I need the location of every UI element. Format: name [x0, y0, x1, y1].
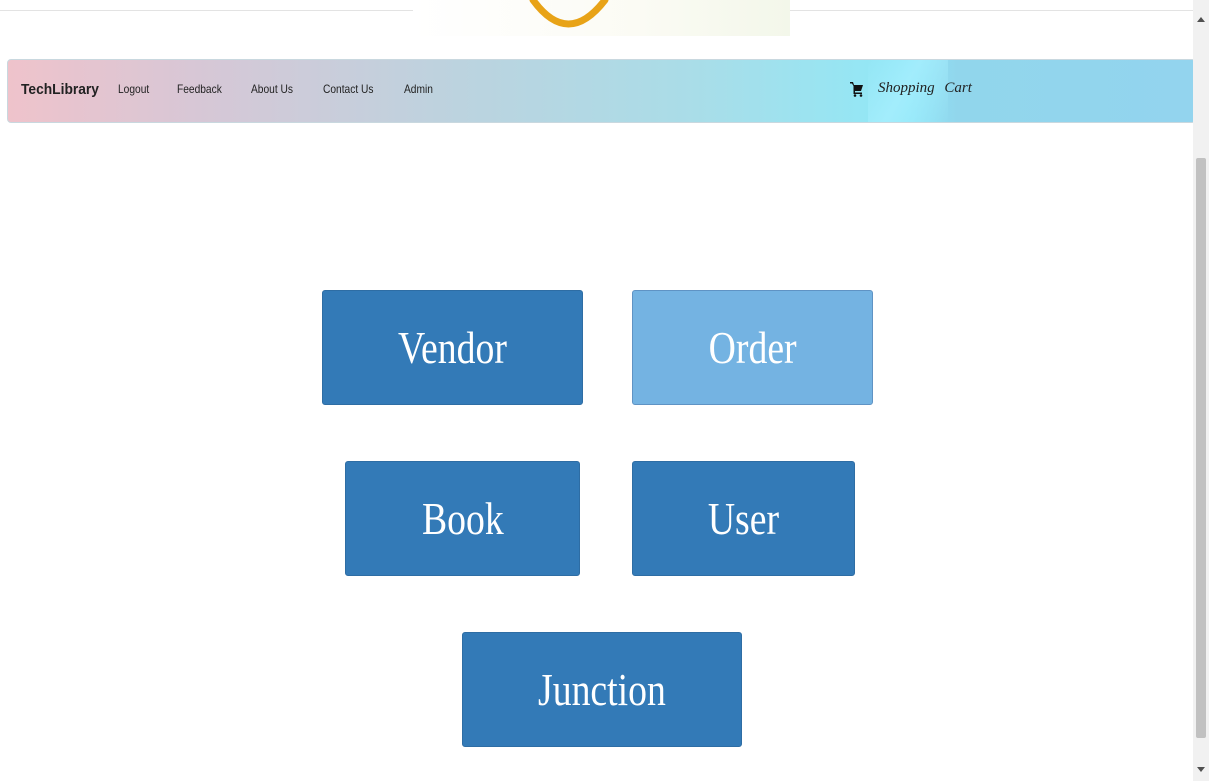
nav-links: Logout Feedback About Us Contact Us Admi… [118, 82, 460, 96]
junction-button-label: Junction [538, 664, 666, 715]
vendor-button-label: Vendor [398, 322, 507, 373]
user-button[interactable]: User [632, 461, 855, 576]
book-button-label: Book [421, 493, 504, 544]
logo-ring-icon [529, 0, 609, 28]
nav-feedback[interactable]: Feedback [177, 82, 222, 96]
nav-about-us[interactable]: About Us [251, 82, 293, 96]
brand-link[interactable]: TechLibrary [21, 81, 99, 98]
order-button[interactable]: Order [632, 290, 873, 405]
scroll-up-arrow-icon[interactable] [1197, 17, 1205, 22]
page: TechLibrary Logout Feedback About Us Con… [0, 0, 1209, 781]
nav-admin[interactable]: Admin [404, 82, 433, 96]
cart-icon [850, 81, 863, 97]
navbar: TechLibrary Logout Feedback About Us Con… [7, 59, 1196, 123]
user-button-label: User [707, 493, 780, 544]
nav-contact-us[interactable]: Contact Us [323, 82, 373, 96]
vertical-scrollbar[interactable] [1193, 0, 1209, 781]
scroll-thumb[interactable] [1196, 158, 1206, 738]
junction-button[interactable]: Junction [462, 632, 742, 747]
nav-logout[interactable]: Logout [118, 82, 149, 96]
shopping-cart-link[interactable]: Shopping Cart [850, 80, 972, 97]
logo-banner [413, 0, 790, 36]
book-button[interactable]: Book [345, 461, 580, 576]
cart-label: Shopping Cart [878, 80, 972, 96]
order-button-label: Order [708, 322, 797, 373]
scroll-down-arrow-icon[interactable] [1197, 767, 1205, 772]
vendor-button[interactable]: Vendor [322, 290, 583, 405]
